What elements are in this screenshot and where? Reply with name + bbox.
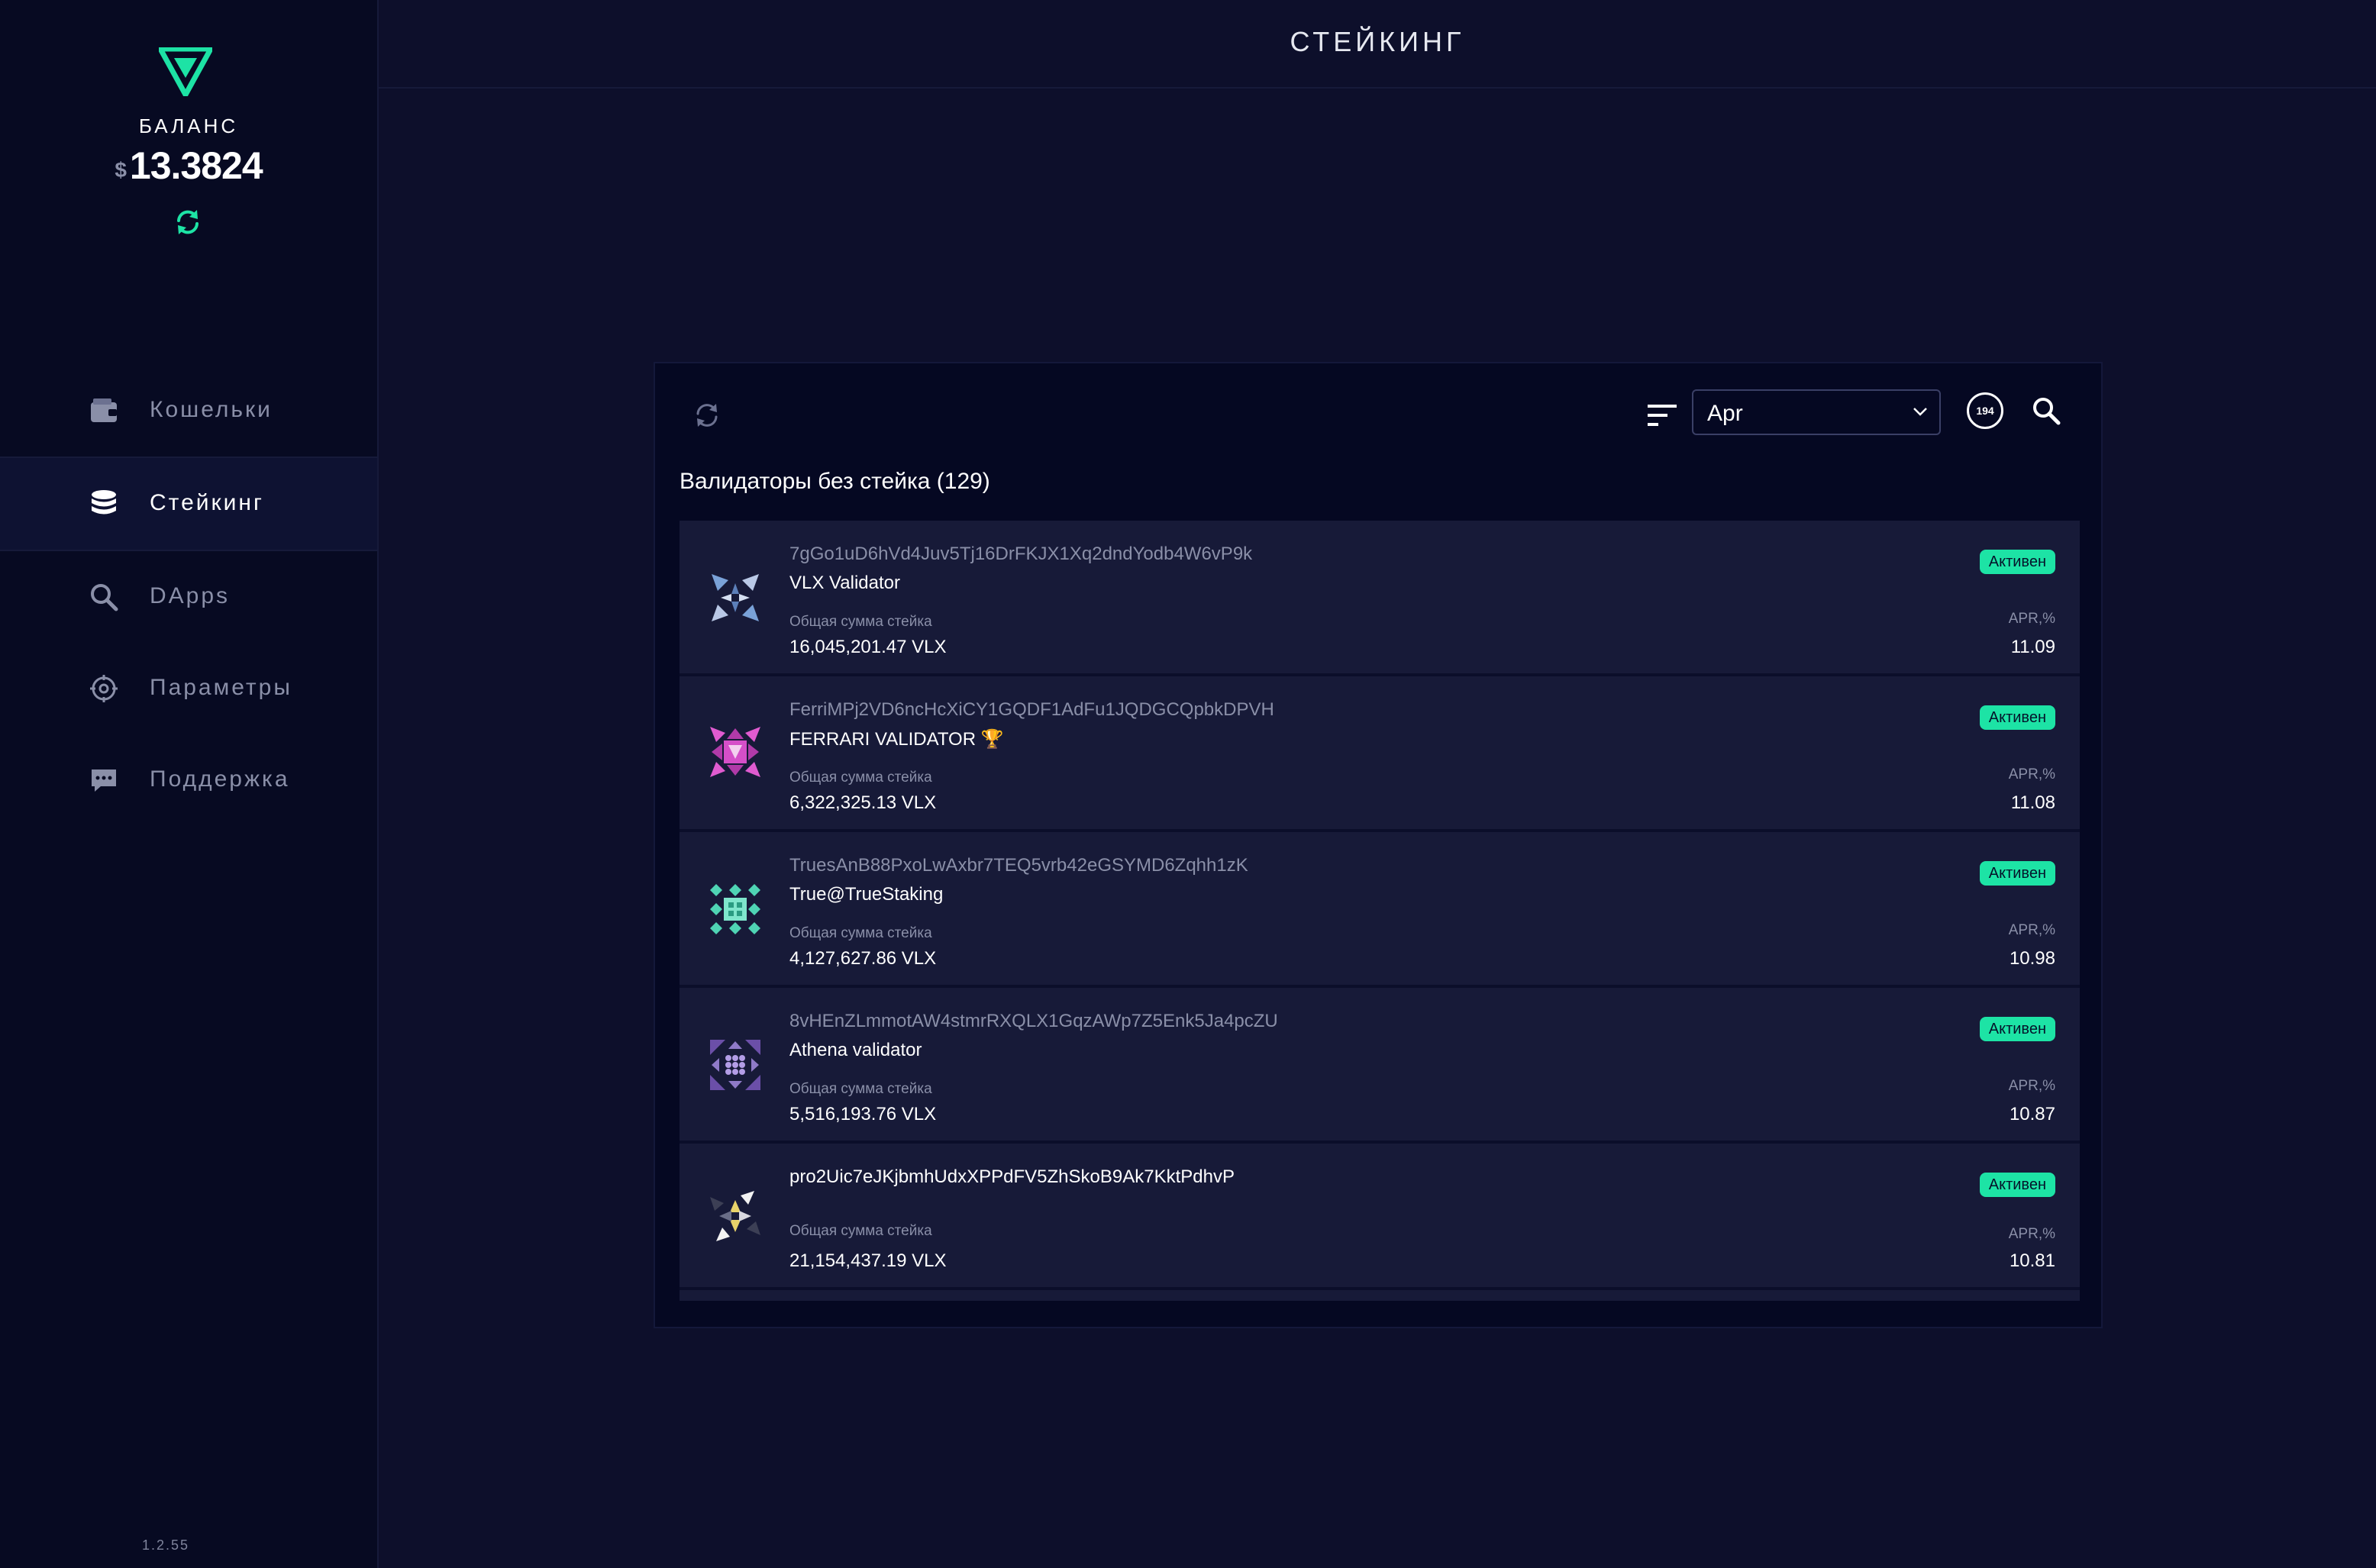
- chevron-down-icon: [1913, 408, 1927, 416]
- refresh-balance-icon[interactable]: [173, 208, 202, 237]
- validator-name: FERRARI VALIDATOR 🏆: [789, 729, 1004, 750]
- sidebar-item-staking[interactable]: Стейкинг: [0, 457, 377, 551]
- status-badge: Активен: [1979, 1173, 2055, 1197]
- validators-panel: Apr 194 Валидаторы без стейка (129) 7gGo…: [654, 362, 2103, 1328]
- gear-icon: [90, 675, 118, 702]
- stake-label: Общая сумма стейка: [789, 1223, 932, 1239]
- sidebar-nav: Кошельки Стейкинг DApps Параметры Поддер…: [0, 365, 377, 826]
- validator-name: True@TrueStaking: [789, 884, 944, 905]
- validator-row[interactable]: 8vHEnZLmmotAW4stmrRXQLX1GqzAWp7Z5Enk5Ja4…: [680, 988, 2080, 1144]
- apr-value: 11.08: [2010, 792, 2055, 813]
- coins-stack-icon: [92, 490, 116, 515]
- apr-label: APR,%: [2008, 1078, 2055, 1094]
- sort-icon[interactable]: [1646, 402, 1678, 429]
- stake-value: 4,127,627.86 VLX: [789, 948, 937, 969]
- validator-row[interactable]: 7gGo1uD6hVd4Juv5Tj16DrFKJX1Xq2dndYodb4W6…: [680, 521, 2080, 676]
- sidebar-item-label: Кошельки: [150, 397, 273, 422]
- validator-name: Athena validator: [789, 1040, 922, 1060]
- status-badge: Активен: [1979, 705, 2055, 730]
- apr-value: 10.81: [2009, 1250, 2055, 1271]
- balance-label: БАЛАНС: [138, 115, 239, 137]
- sidebar-item-label: Поддержка: [150, 766, 290, 792]
- stake-value: 16,045,201.47 VLX: [789, 637, 947, 657]
- apr-label: APR,%: [2008, 766, 2055, 782]
- validator-address: 7gGo1uD6hVd4Juv5Tj16DrFKJX1Xq2dndYodb4W6…: [789, 544, 1253, 564]
- stake-label: Общая сумма стейка: [789, 925, 932, 941]
- validator-row[interactable]: TruesAnB88PxoLwAxbr7TEQ5vrb42eGSYMD6Zqhh…: [680, 832, 2080, 988]
- sidebar-item-support[interactable]: Поддержка: [0, 734, 377, 826]
- stake-value: 6,322,325.13 VLX: [789, 792, 937, 813]
- validator-avatar: [710, 727, 760, 777]
- sort-select[interactable]: Apr: [1692, 389, 1941, 435]
- sidebar-item-label: DApps: [150, 583, 231, 608]
- chat-bubble-icon: [92, 769, 116, 792]
- status-badge: Активен: [1979, 1017, 2055, 1041]
- validator-address: pro2Uic7eJKjbmhUdxXPPdFV5ZhSkoB9Ak7KktPd…: [789, 1166, 1235, 1187]
- validator-avatar: [710, 1040, 760, 1090]
- stake-value: 21,154,437.19 VLX: [789, 1250, 947, 1271]
- validator-address: TruesAnB88PxoLwAxbr7TEQ5vrb42eGSYMD6Zqhh…: [789, 855, 1248, 876]
- refresh-list-icon[interactable]: [692, 400, 722, 431]
- page-title: СТЕЙКИНГ: [1290, 26, 1465, 57]
- validator-count-badge: 194: [1967, 392, 2003, 429]
- validator-row[interactable]: pro2Uic7eJKjbmhUdxXPPdFV5ZhSkoB9Ak7KktPd…: [680, 1144, 2080, 1290]
- apr-value: 11.09: [2010, 637, 2055, 657]
- velas-logo-icon: [159, 47, 212, 96]
- sidebar-item-wallets[interactable]: Кошельки: [0, 365, 377, 457]
- validator-list: 7gGo1uD6hVd4Juv5Tj16DrFKJX1Xq2dndYodb4W6…: [680, 521, 2080, 1301]
- search-icon[interactable]: [2031, 395, 2061, 426]
- sidebar: БАЛАНС $13.3824 Кошельки Стейкинг DApps …: [0, 0, 379, 1568]
- stake-value: 5,516,193.76 VLX: [789, 1104, 937, 1124]
- stake-label: Общая сумма стейка: [789, 769, 932, 786]
- sidebar-item-label: Стейкинг: [150, 490, 264, 515]
- validator-avatar: [710, 1191, 760, 1241]
- stake-label: Общая сумма стейка: [789, 614, 932, 630]
- sidebar-item-label: Параметры: [150, 675, 292, 700]
- status-badge: Активен: [1979, 550, 2055, 574]
- sidebar-item-settings[interactable]: Параметры: [0, 643, 377, 734]
- stake-label: Общая сумма стейка: [789, 1081, 932, 1097]
- validator-name: VLX Validator: [789, 573, 900, 593]
- app-version: 1.2.55: [141, 1537, 190, 1553]
- balance-display: $13.3824: [0, 144, 377, 188]
- validator-address: 8vHEnZLmmotAW4stmrRXQLX1GqzAWp7Z5Enk5Ja4…: [789, 1011, 1278, 1031]
- sort-select-value: Apr: [1707, 401, 1743, 426]
- search-icon: [91, 584, 118, 611]
- validator-avatar: [710, 884, 760, 934]
- section-title: Валидаторы без стейка (129): [680, 469, 990, 494]
- apr-label: APR,%: [2008, 1226, 2055, 1242]
- status-badge: Активен: [1979, 861, 2055, 886]
- apr-label: APR,%: [2008, 922, 2055, 938]
- validator-row[interactable]: FerriMPj2VD6ncHcXiCY1GQDF1AdFu1JQDGCQpbk…: [680, 676, 2080, 832]
- page-header: СТЕЙКИНГ: [379, 0, 2376, 89]
- sidebar-item-dapps[interactable]: DApps: [0, 551, 377, 643]
- wallet-icon: [91, 398, 117, 422]
- apr-value: 10.98: [2009, 948, 2055, 969]
- apr-value: 10.87: [2009, 1104, 2055, 1124]
- validator-address: FerriMPj2VD6ncHcXiCY1GQDF1AdFu1JQDGCQpbk…: [789, 699, 1274, 720]
- validator-avatar: [712, 574, 759, 621]
- currency-symbol: $: [115, 158, 127, 182]
- apr-label: APR,%: [2008, 611, 2055, 627]
- balance-value: 13.3824: [129, 144, 263, 187]
